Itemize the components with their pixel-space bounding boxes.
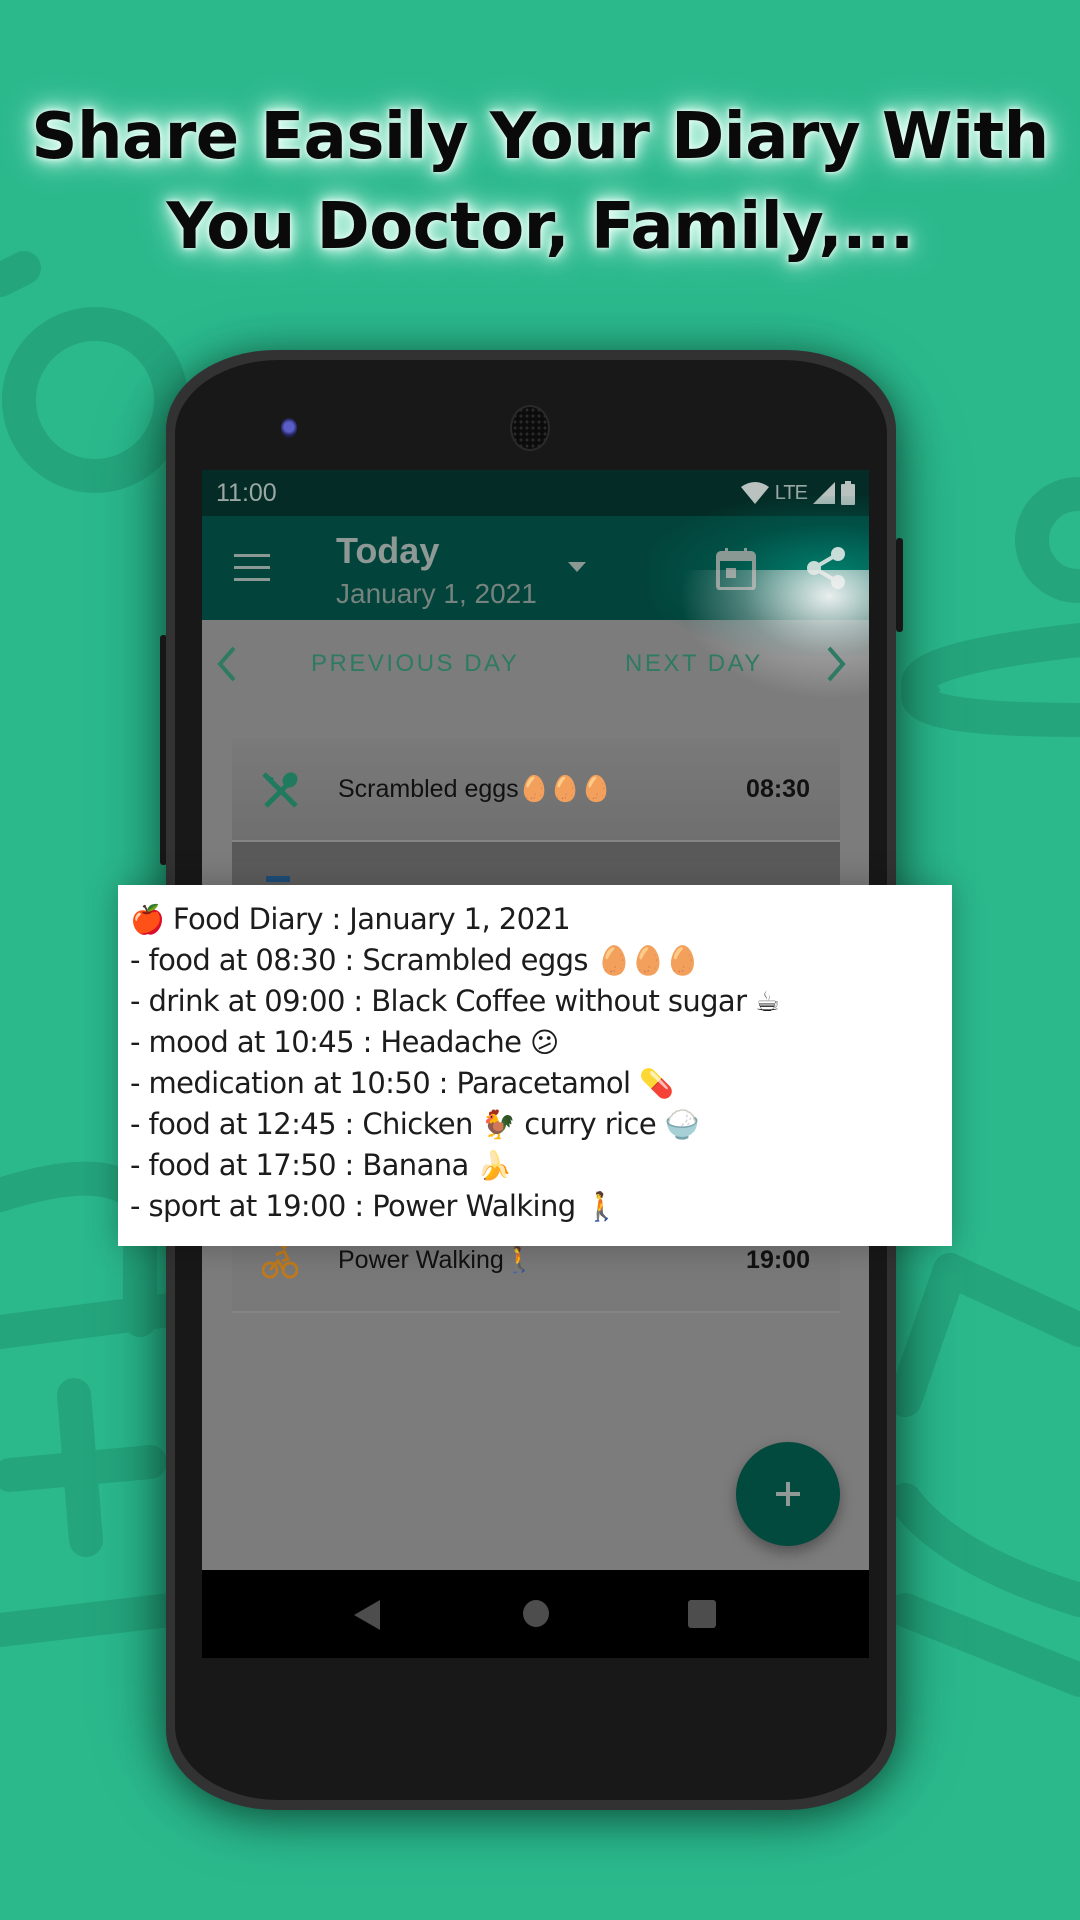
rice-icon: 🍚 [664, 1108, 700, 1141]
apple-icon: 🍎 [130, 903, 165, 936]
entry-text: Scrambled eggs🥚🥚🥚 [338, 774, 613, 803]
bg-ring-right [1015, 477, 1080, 603]
pill-icon: 💊 [639, 1067, 674, 1100]
entry-time: 08:30 [746, 774, 810, 803]
next-day-button[interactable]: NEXT DAY [625, 650, 763, 678]
shared-line: - sport at 19:00 : Power Walking 🚶 [130, 1186, 952, 1227]
recents-icon[interactable] [688, 1600, 716, 1628]
promo-headline: Share Easily Your Diary With You Doctor,… [0, 92, 1080, 272]
shared-line: - medication at 10:50 : Paracetamol 💊 [130, 1063, 952, 1104]
headline-line-1: Share Easily Your Diary With [31, 100, 1049, 174]
shared-line-text: - medication at 10:50 : Paracetamol [130, 1066, 640, 1100]
coffee-icon: ☕ [755, 985, 780, 1018]
app-subtitle-date[interactable]: January 1, 2021 [336, 578, 537, 610]
entry-time: 19:00 [746, 1245, 810, 1274]
shared-line-text: - drink at 09:00 : Black Coffee without … [130, 984, 756, 1018]
shared-line-text: - sport at 19:00 : Power Walking [130, 1189, 585, 1223]
home-icon[interactable] [523, 1600, 549, 1627]
shared-diary-text-card: 🍎 Food Diary : January 1, 2021 - food at… [118, 885, 952, 1246]
bg-line-right [888, 1593, 1080, 1697]
previous-day-button[interactable]: PREVIOUS DAY [311, 650, 519, 678]
android-nav-bar [202, 1570, 869, 1658]
headline-line-2: You Doctor, Family,... [166, 190, 914, 264]
rooster-icon: 🐓 [481, 1108, 516, 1141]
entry-text: Power Walking🚶 [338, 1245, 535, 1274]
earpiece-speaker [510, 405, 550, 451]
front-camera [281, 418, 297, 438]
power-button [896, 538, 903, 632]
app-title[interactable]: Today [336, 530, 439, 572]
bg-plus-horizontal [0, 1445, 167, 1492]
chevron-left-icon[interactable] [216, 646, 238, 682]
shared-line-text: - food at 17:50 : Banana [130, 1148, 478, 1182]
bg-line-left-1 [0, 1293, 187, 1349]
shared-line: - food at 08:30 : Scrambled eggs 🥚🥚🥚 [130, 940, 952, 981]
egg-icon: 🥚🥚🥚 [596, 944, 700, 977]
status-time: 11:00 [216, 478, 277, 507]
banana-icon: 🍌 [477, 1149, 512, 1182]
add-entry-fab[interactable] [736, 1442, 840, 1546]
bg-frame-right [888, 1253, 1080, 1617]
chevron-right-icon[interactable] [825, 646, 847, 682]
day-navigation: PREVIOUS DAY NEXT DAY [202, 570, 869, 708]
fork-spoon-icon [262, 772, 298, 808]
shared-line: - drink at 09:00 : Black Coffee without … [130, 981, 952, 1022]
bg-curve-right [901, 623, 1080, 737]
shared-title-line: 🍎 Food Diary : January 1, 2021 [130, 899, 952, 940]
shared-line: - food at 17:50 : Banana 🍌 [130, 1145, 952, 1186]
confused-face-icon: 😕 [529, 1026, 559, 1059]
shared-title: Food Diary : January 1, 2021 [172, 902, 571, 936]
shared-line-text: - mood at 10:45 : Headache [130, 1025, 530, 1059]
person-walking-icon: 🚶 [584, 1190, 619, 1223]
shared-line: - mood at 10:45 : Headache 😕 [130, 1022, 952, 1063]
dropdown-triangle-icon[interactable] [568, 562, 586, 572]
hamburger-menu-icon[interactable] [234, 554, 270, 582]
shared-line-text: - food at 08:30 : Scrambled eggs [130, 943, 597, 977]
bg-ring-left [2, 307, 188, 493]
shared-line-text: - food at 12:45 : Chicken [130, 1107, 482, 1141]
bicycle-icon [262, 1243, 298, 1279]
shared-line: - food at 12:45 : Chicken 🐓 curry rice 🍚 [130, 1104, 952, 1145]
back-icon[interactable] [354, 1600, 380, 1630]
diary-entry[interactable]: Scrambled eggs🥚🥚🥚 08:30 [232, 738, 840, 842]
shared-line-text: curry rice [515, 1107, 665, 1141]
bg-line-left-2 [0, 1593, 187, 1647]
